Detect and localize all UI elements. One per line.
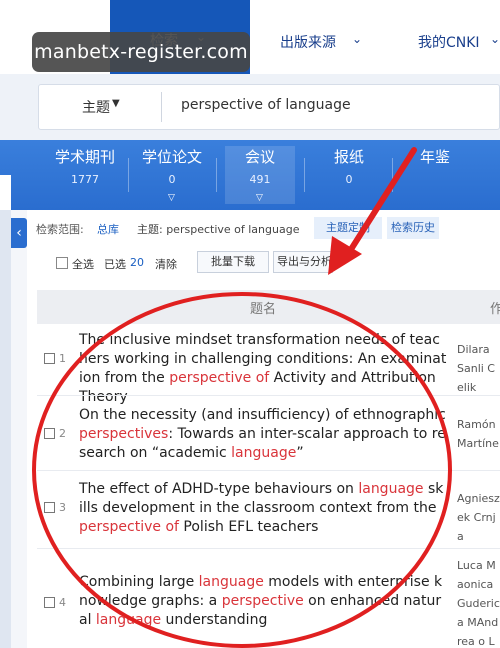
select-all-label[interactable]: 全选 — [72, 256, 94, 272]
selected-count: 20 — [130, 256, 144, 269]
topic-filter-text: 主题: perspective of language — [137, 223, 300, 236]
select-all-checkbox[interactable] — [56, 257, 68, 269]
column-header-author[interactable]: 作 — [490, 298, 500, 317]
tab-count: 0 — [345, 173, 353, 186]
title-highlight: language — [198, 574, 264, 590]
result-author[interactable]: Dilara Sanli Celik — [457, 340, 500, 397]
row-number: 2 — [59, 427, 66, 440]
watermark-badge: manbetx-register.com — [32, 32, 250, 72]
row-number: 1 — [59, 352, 66, 365]
row-divider — [37, 395, 500, 396]
divider — [304, 158, 305, 192]
chevron-down-icon: ▽ — [168, 193, 175, 203]
tab-journals[interactable]: 学术期刊 1777 — [50, 146, 120, 186]
tab-label: 学术期刊 — [54, 148, 115, 166]
column-header-title[interactable]: 题名 — [250, 298, 276, 317]
result-title-link[interactable]: Combining large language models with ent… — [79, 573, 447, 630]
row-number: 4 — [59, 596, 66, 609]
tab-label: 年鉴 — [419, 148, 450, 166]
nav-publication-source[interactable]: 出版来源 — [280, 32, 336, 52]
title-highlight: language — [231, 445, 297, 461]
title-highlight: perspectives — [79, 426, 169, 442]
title-highlight: perspective of — [169, 370, 270, 386]
divider — [392, 158, 393, 192]
title-segment: ” — [296, 445, 304, 461]
divider — [128, 158, 129, 192]
tab-newspapers[interactable]: 报纸 0 — [314, 146, 384, 186]
row-checkbox[interactable] — [44, 502, 55, 513]
title-segment: Polish EFL teachers — [178, 519, 319, 535]
collapse-chevron-left-icon[interactable]: ‹ — [11, 218, 27, 248]
tab-label: 报纸 — [333, 148, 364, 166]
scope-label: 检索范围: — [36, 223, 84, 236]
title-highlight: language — [95, 612, 162, 628]
divider — [216, 158, 217, 192]
tab-count: 0 — [168, 173, 176, 186]
batch-download-button[interactable]: 批量下载 — [197, 251, 269, 273]
result-title-link[interactable]: The effect of ADHD-type behaviours on la… — [79, 480, 447, 537]
tab-count: 1777 — [71, 173, 99, 186]
title-segment: On the necessity (and insufficiency) of … — [79, 407, 446, 423]
row-checkbox[interactable] — [44, 597, 55, 608]
row-divider — [37, 470, 500, 471]
scope-value[interactable]: 总库 — [97, 221, 119, 237]
row-checkbox[interactable] — [44, 353, 55, 364]
row-checkbox[interactable] — [44, 428, 55, 439]
tab-theses[interactable]: 学位论文 0 — [137, 146, 207, 186]
result-author[interactable]: Agnieszek Crnja — [457, 489, 500, 546]
caret-down-icon[interactable]: ▼ — [112, 98, 120, 109]
result-title-link[interactable]: On the necessity (and insufficiency) of … — [79, 406, 447, 463]
topic-subscribe-button[interactable]: 主题定制 — [314, 217, 382, 239]
title-segment: understanding — [161, 612, 268, 628]
result-author[interactable]: Luca Maonica Guderica MAndrea o Lomba — [457, 556, 500, 648]
title-highlight: language — [358, 481, 424, 497]
left-panel — [0, 210, 11, 648]
row-divider — [37, 548, 500, 549]
tab-label: 会议 — [244, 148, 275, 166]
chevron-down-icon: ▽ — [256, 193, 263, 203]
row-number: 3 — [59, 501, 66, 514]
title-segment: The effect of ADHD-type behaviours on — [79, 481, 359, 497]
search-history-button[interactable]: 检索历史 — [387, 217, 439, 239]
title-highlight: perspective of — [79, 519, 179, 535]
result-author[interactable]: Ramón Martíne — [457, 415, 500, 453]
chevron-down-icon[interactable]: ⌄ — [352, 32, 362, 46]
search-input[interactable]: perspective of language — [181, 97, 351, 113]
chevron-down-icon[interactable]: ⌄ — [490, 32, 500, 46]
tab-label: 学位论文 — [141, 148, 202, 166]
nav-my-cnki[interactable]: 我的CNKI — [418, 32, 480, 52]
clear-selection-link[interactable]: 清除 — [155, 256, 177, 272]
tab-count: 491 — [249, 173, 271, 186]
search-field-select[interactable]: 主题 — [82, 97, 110, 117]
left-panel — [0, 175, 11, 210]
tab-yearbooks[interactable]: 年鉴 — [400, 146, 470, 173]
title-segment: Combining large — [79, 574, 199, 590]
selected-label: 已选 — [104, 258, 126, 271]
divider — [161, 92, 162, 122]
export-analyze-button[interactable]: 导出与分析 — [273, 251, 333, 273]
title-highlight: perspective — [221, 593, 304, 609]
